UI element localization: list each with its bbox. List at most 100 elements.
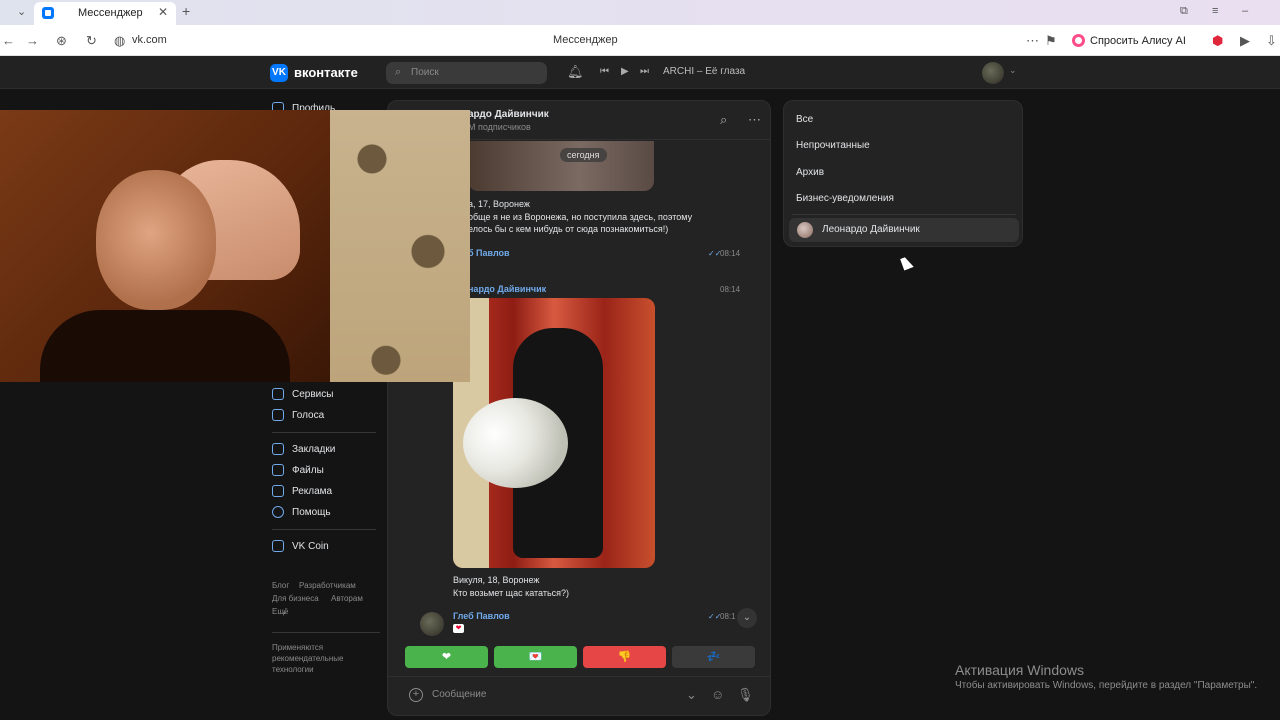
shield-icon[interactable]: ◍ bbox=[114, 33, 125, 49]
help-icon bbox=[272, 506, 284, 518]
sidebar-item-help[interactable]: Помощь bbox=[272, 503, 331, 521]
sidebar-item-label: VK Coin bbox=[292, 540, 329, 552]
message-photo[interactable] bbox=[453, 298, 655, 568]
forward-icon[interactable]: → bbox=[26, 33, 39, 48]
video-person-face bbox=[96, 170, 216, 310]
brand-name[interactable]: вконтакте bbox=[294, 65, 358, 80]
keyboard-like-button[interactable]: ❤ bbox=[405, 646, 488, 668]
minimize-icon[interactable]: – bbox=[1242, 5, 1248, 17]
sidebar-item-ads[interactable]: Реклама bbox=[272, 482, 332, 500]
message-input[interactable]: Сообщение bbox=[432, 689, 486, 700]
track-title[interactable]: ARCHI – Её глаза bbox=[663, 66, 745, 77]
megaphone-icon bbox=[272, 485, 284, 497]
bookmark-icon[interactable]: ⚑ bbox=[1045, 33, 1057, 49]
filter-business[interactable]: Бизнес-уведомления bbox=[796, 193, 894, 204]
more-icon[interactable]: ⋯ bbox=[1026, 33, 1039, 49]
new-tab-icon[interactable]: + bbox=[182, 3, 190, 19]
search-input[interactable]: ⌕ Поиск bbox=[386, 62, 547, 84]
sidebar-item-services[interactable]: Сервисы bbox=[272, 385, 333, 403]
chevron-down-icon[interactable]: ⌄ bbox=[281, 607, 288, 616]
message-text: Викуля, 18, Воронеж Кто возьмет щас ката… bbox=[453, 575, 570, 598]
filter-unread[interactable]: Непрочитанные bbox=[796, 140, 870, 151]
more-icon[interactable]: ⋯ bbox=[748, 112, 761, 128]
message-author[interactable]: б Павлов bbox=[468, 248, 510, 258]
thumbs-down-icon: 👎 bbox=[617, 651, 632, 663]
filter-archive[interactable]: Архив bbox=[796, 167, 824, 178]
coins-icon bbox=[272, 409, 284, 421]
alice-label: Спросить Алису AI bbox=[1090, 34, 1186, 47]
message-composer[interactable]: + Сообщение ⌄ ☺ 🎙︎ bbox=[388, 676, 770, 715]
extension-icon[interactable]: ⬢ bbox=[1212, 33, 1223, 49]
sidebar-item-vkcoin[interactable]: VK Coin bbox=[272, 537, 329, 555]
message-author[interactable]: нардо Дайвинчик bbox=[468, 284, 546, 294]
browser-tabbar: ⌄ Мессенджер ✕ + ⧉ ≡ – bbox=[0, 0, 1280, 25]
message-photo[interactable] bbox=[468, 141, 654, 191]
video-call-window[interactable] bbox=[0, 110, 470, 382]
chevron-down-icon[interactable]: ⌄ bbox=[686, 687, 697, 703]
sidebar-item-bookmarks[interactable]: Закладки bbox=[272, 440, 335, 458]
alice-icon bbox=[1072, 34, 1085, 47]
bell-icon[interactable]: 🔔︎ bbox=[567, 64, 584, 80]
page-title: Мессенджер bbox=[553, 34, 618, 46]
emoji-icon[interactable]: ☺ bbox=[711, 687, 724, 702]
search-icon: ⌕ bbox=[395, 66, 402, 78]
vk-favicon-icon bbox=[42, 7, 54, 19]
back-icon[interactable]: ← bbox=[2, 33, 15, 48]
keyboard-dislike-button[interactable]: 👎 bbox=[583, 646, 666, 668]
prev-track-icon[interactable]: ⏮ bbox=[600, 66, 609, 77]
vk-header: VK вконтакте ⌕ Поиск 🔔︎ ⏮ ▶ ⏭ ARCHI – Её… bbox=[0, 56, 1280, 89]
divider bbox=[792, 214, 1016, 215]
tabs-dropdown-icon[interactable]: ⌄ bbox=[17, 5, 26, 18]
scroll-down-button[interactable]: ⌄ bbox=[737, 608, 757, 628]
sidebar-item-files[interactable]: Файлы bbox=[272, 461, 324, 479]
menu-icon[interactable]: ≡ bbox=[1212, 5, 1218, 17]
sidebar-item-label: Закладки bbox=[292, 443, 336, 455]
divider bbox=[272, 529, 376, 530]
tab-title: Мессенджер bbox=[78, 7, 143, 19]
sidebar-item-label: Сервисы bbox=[292, 388, 334, 400]
bookmarks-icon[interactable]: ⧉ bbox=[1180, 5, 1188, 18]
divider bbox=[272, 632, 380, 633]
vkcoin-icon bbox=[272, 540, 284, 552]
search-icon[interactable]: ⌕ bbox=[720, 112, 727, 128]
keyboard-letter-button[interactable]: 💌 bbox=[494, 646, 577, 668]
message-text: а, 17, Воронеж обще я не из Воронежа, но… bbox=[468, 199, 693, 234]
sidebar-item-label: Голоса bbox=[292, 409, 325, 421]
download-icon[interactable]: ⇩ bbox=[1266, 33, 1277, 49]
windows-watermark-subtitle: Чтобы активировать Windows, перейдите в … bbox=[955, 680, 1258, 691]
url-field[interactable]: vk.com bbox=[132, 34, 167, 46]
avatar[interactable] bbox=[420, 612, 444, 636]
sleep-icon: 💤 bbox=[706, 651, 721, 663]
attach-icon[interactable]: + bbox=[409, 688, 423, 702]
services-icon bbox=[272, 388, 284, 400]
message-author[interactable]: Глеб Павлов bbox=[453, 611, 510, 621]
sidebar-item-votes[interactable]: Голоса bbox=[272, 406, 324, 424]
chat-name: ардо Дайвинчик bbox=[468, 109, 549, 120]
chevron-down-icon[interactable]: ⌄ bbox=[1009, 65, 1017, 76]
footer-link-authors[interactable]: Авторам bbox=[331, 594, 363, 603]
ask-alice-button[interactable]: Спросить Алису AI bbox=[1068, 30, 1194, 51]
avatar bbox=[797, 222, 813, 238]
filter-all[interactable]: Все bbox=[796, 114, 813, 125]
footer-link-blog[interactable]: Блог bbox=[272, 581, 289, 590]
browser-tab[interactable]: Мессенджер ✕ bbox=[34, 2, 176, 25]
footer-link-developers[interactable]: Разработчикам bbox=[299, 581, 356, 590]
photo-flowers bbox=[463, 398, 568, 488]
play-icon[interactable]: ▶ bbox=[1240, 33, 1250, 49]
reload-icon[interactable]: ↻ bbox=[86, 33, 97, 49]
message-time: 08:14 bbox=[720, 249, 741, 258]
footer-link-business[interactable]: Для бизнеса bbox=[272, 594, 319, 603]
sidebar-item-label: Файлы bbox=[292, 464, 324, 476]
avatar[interactable] bbox=[982, 62, 1004, 84]
filter-contact[interactable]: Леонардо Дайвинчик bbox=[789, 218, 1019, 242]
next-track-icon[interactable]: ⏭ bbox=[640, 66, 649, 77]
heart-letter-icon: ❤ bbox=[453, 624, 464, 633]
close-icon[interactable]: ✕ bbox=[158, 5, 168, 19]
protect-icon[interactable]: ⊛ bbox=[56, 33, 67, 49]
vk-logo-icon[interactable]: VK bbox=[270, 64, 288, 82]
bookmark-icon bbox=[272, 443, 284, 455]
play-track-icon[interactable]: ▶ bbox=[621, 66, 629, 77]
keyboard-sleep-button[interactable]: 💤 bbox=[672, 646, 755, 668]
divider bbox=[272, 432, 376, 433]
microphone-icon[interactable]: 🎙︎ bbox=[737, 687, 754, 703]
